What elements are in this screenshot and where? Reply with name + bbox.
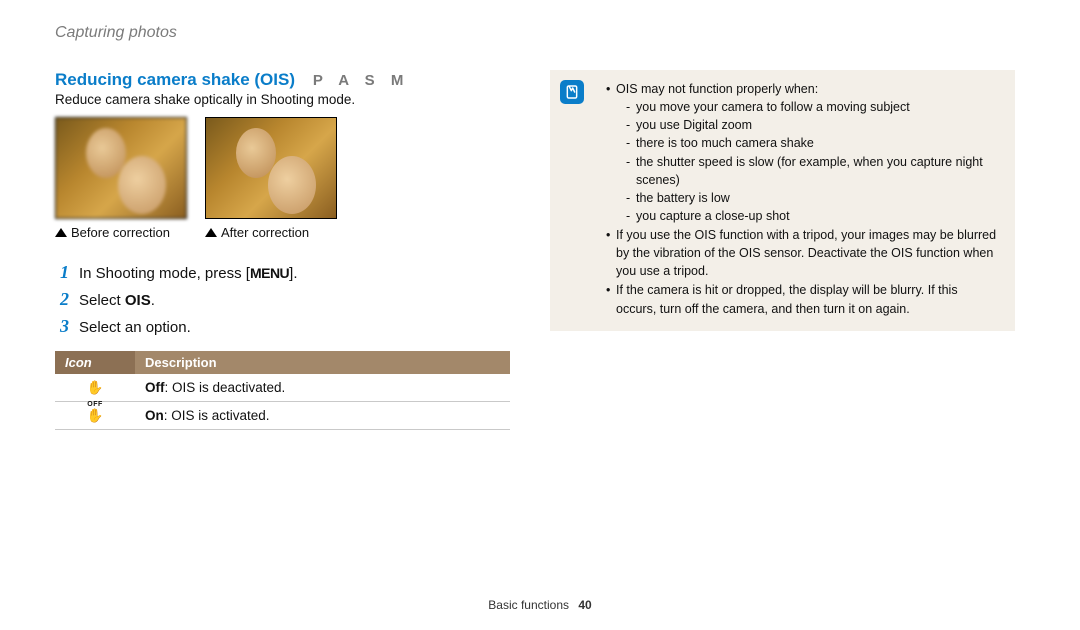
step-bold: OIS <box>125 292 151 309</box>
ois-off-icon: ✋OFF <box>55 374 135 402</box>
right-column: OIS may not function properly when: you … <box>550 70 1015 430</box>
table-header-icon: Icon <box>55 351 135 374</box>
note-subitem: you capture a close-up shot <box>626 207 1001 225</box>
menu-button-label: MENU <box>250 265 289 281</box>
note-subitem: there is too much camera shake <box>626 134 1001 152</box>
step-text-post: . <box>151 292 155 309</box>
left-column: Reducing camera shake (OIS) P A S M Redu… <box>55 70 510 430</box>
ois-on-icon: ✋ <box>55 402 135 430</box>
table-row: ✋OFF Off: OIS is deactivated. <box>55 374 510 402</box>
breadcrumb: Capturing photos <box>55 24 1025 42</box>
comparison-images: Before correction After correction <box>55 117 510 240</box>
note-intro: OIS may not function properly when: <box>616 82 818 96</box>
section-title: Reducing camera shake (OIS) <box>55 70 295 90</box>
note-subitem: you use Digital zoom <box>626 116 1001 134</box>
note-icon <box>560 80 584 104</box>
note-subitem: the battery is low <box>626 189 1001 207</box>
step-text: In Shooting mode, press [ <box>79 265 250 282</box>
note-item: OIS may not function properly when: you … <box>606 80 1001 225</box>
caption-marker-icon <box>55 228 67 237</box>
after-caption: After correction <box>205 225 335 240</box>
note-subitem: the shutter speed is slow (for example, … <box>626 153 1001 189</box>
after-correction-image <box>205 117 337 219</box>
step-2: 2 Select OIS. <box>55 289 510 310</box>
step-3: 3 Select an option. <box>55 316 510 337</box>
step-1: 1 In Shooting mode, press [MENU]. <box>55 262 510 283</box>
caption-marker-icon <box>205 228 217 237</box>
step-text: Select <box>79 292 125 309</box>
step-number: 2 <box>55 289 69 310</box>
after-label: After correction <box>221 225 309 240</box>
note-box: OIS may not function properly when: you … <box>550 70 1015 331</box>
mode-badges: P A S M <box>313 72 409 89</box>
table-row: ✋ On: OIS is activated. <box>55 402 510 430</box>
note-item: If you use the OIS function with a tripo… <box>606 226 1001 280</box>
before-correction-image <box>55 117 187 219</box>
section-lead: Reduce camera shake optically in Shootin… <box>55 92 510 107</box>
step-text-post: ]. <box>289 265 297 282</box>
step-text: Select an option. <box>79 319 191 336</box>
note-item: If the camera is hit or dropped, the dis… <box>606 281 1001 317</box>
before-caption: Before correction <box>55 225 185 240</box>
footer-section: Basic functions <box>488 598 569 612</box>
note-subitem: you move your camera to follow a moving … <box>626 98 1001 116</box>
steps-list: 1 In Shooting mode, press [MENU]. 2 Sele… <box>55 262 510 337</box>
page-number: 40 <box>578 598 591 612</box>
before-label: Before correction <box>71 225 170 240</box>
table-desc: Off: OIS is deactivated. <box>135 374 510 402</box>
footer: Basic functions 40 <box>0 598 1080 612</box>
step-number: 1 <box>55 262 69 283</box>
step-number: 3 <box>55 316 69 337</box>
table-desc: On: OIS is activated. <box>135 402 510 430</box>
table-header-desc: Description <box>135 351 510 374</box>
options-table: Icon Description ✋OFF Off: OIS is deacti… <box>55 351 510 430</box>
